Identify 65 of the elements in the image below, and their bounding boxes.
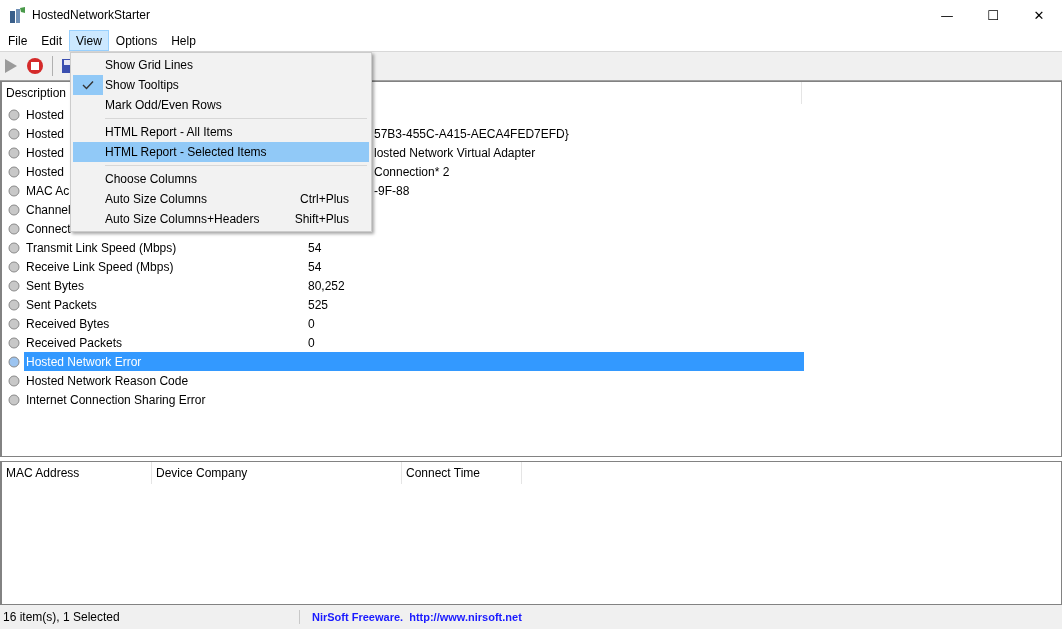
column-header[interactable]: MAC Address <box>2 462 152 484</box>
dot-icon <box>8 260 20 273</box>
dot-icon <box>8 241 20 254</box>
table-cell: 54 <box>308 240 322 255</box>
table-cell: Received Bytes <box>26 316 110 331</box>
menu-option[interactable]: HTML Report - All Items <box>73 122 369 142</box>
dot-icon <box>8 184 20 197</box>
table-cell: MAC Ac <box>26 183 70 198</box>
status-text: 16 item(s), 1 Selected <box>0 610 300 624</box>
column-header[interactable]: Device Company <box>152 462 402 484</box>
dot-icon <box>8 317 20 330</box>
menu-item[interactable]: File <box>1 30 35 51</box>
menu-item[interactable]: View <box>69 30 109 51</box>
check-icon <box>82 80 94 90</box>
menu-option[interactable]: Show Grid Lines <box>73 55 369 75</box>
table-cell: Hosted <box>26 126 65 141</box>
dot-icon <box>8 203 20 216</box>
dot-icon <box>8 222 20 235</box>
table-cell: 54 <box>308 259 322 274</box>
dot-icon <box>8 146 20 159</box>
table-cell: Connect <box>26 221 71 236</box>
menu-option[interactable]: Auto Size Columns Ctrl+Plus <box>73 189 369 209</box>
table-cell: 0 <box>308 335 315 350</box>
table-cell: Hosted <box>26 107 65 122</box>
menu-option[interactable]: Auto Size Columns+Headers Shift+Plus <box>73 209 369 229</box>
table-cell: Hosted <box>26 164 65 179</box>
menu-item[interactable]: Help <box>164 30 203 51</box>
table-cell: Connection* 2 <box>374 164 450 179</box>
menu-item[interactable]: Options <box>108 30 165 51</box>
window-title: HostedNetworkStarter <box>32 8 152 22</box>
menu-option[interactable]: HTML Report - Selected Items <box>73 142 369 162</box>
table-cell: -9F-88 <box>374 183 410 198</box>
dot-icon <box>8 279 20 292</box>
dot-icon <box>8 336 20 349</box>
close-button[interactable]: ✕ <box>1016 0 1062 30</box>
maximize-button[interactable]: ☐ <box>970 0 1016 30</box>
table-cell: 525 <box>308 297 329 312</box>
table-cell: losted Network Virtual Adapter <box>374 145 536 160</box>
website-link[interactable]: NirSoft Freeware. http://www.nirsoft.net <box>312 611 522 623</box>
dot-icon <box>8 374 20 387</box>
dot-icon <box>8 298 20 311</box>
table-cell: Sent Bytes <box>26 278 85 293</box>
table-cell: Sent Packets <box>26 297 97 312</box>
app-icon <box>8 6 26 24</box>
table-cell: Hosted Network Error <box>26 354 142 369</box>
table-cell: Transmit Link Speed (Mbps) <box>26 240 177 255</box>
table-cell: 0 <box>308 316 315 331</box>
column-header[interactable]: Connect Time <box>402 462 522 484</box>
table-cell: Receive Link Speed (Mbps) <box>26 259 174 274</box>
selected-dot-icon <box>8 355 20 368</box>
table-cell: 57B3-455C-A415-AECA4FED7EFD} <box>374 126 569 141</box>
table-cell: Hosted <box>26 145 65 160</box>
menu-option[interactable]: Choose Columns <box>73 169 369 189</box>
dot-icon <box>8 127 20 140</box>
minimize-button[interactable]: — <box>924 0 970 30</box>
table-cell: Hosted Network Reason Code <box>26 373 189 388</box>
table-cell: Channel <box>26 202 71 217</box>
menu-item[interactable]: Edit <box>34 30 70 51</box>
table-cell: Received Packets <box>26 335 123 350</box>
dot-icon <box>8 393 20 406</box>
stop-icon[interactable] <box>26 57 44 75</box>
table-cell: 80,252 <box>308 278 345 293</box>
table-cell: Internet Connection Sharing Error <box>26 392 206 407</box>
dot-icon <box>8 165 20 178</box>
dot-icon <box>8 108 20 121</box>
